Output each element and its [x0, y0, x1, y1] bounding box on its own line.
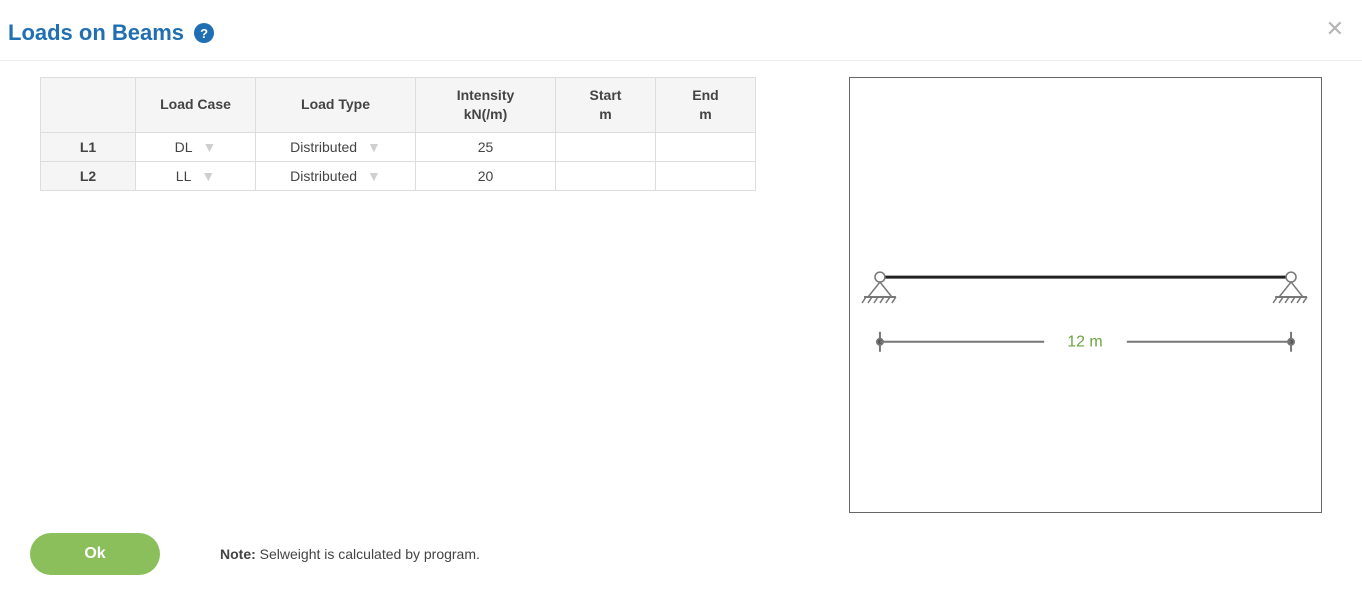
dialog-header: Loads on Beams ?	[0, 20, 1362, 60]
beam-diagram: 12 m	[849, 77, 1322, 513]
col-end: End m	[656, 78, 756, 133]
span-dimension-label: 12 m	[1067, 334, 1102, 351]
start-cell[interactable]	[556, 161, 656, 190]
col-load-type: Load Type	[256, 78, 416, 133]
load-case-value: DL	[175, 139, 193, 155]
col-intensity: Intensity kN(/m)	[416, 78, 556, 133]
col-intensity-bot: kN(/m)	[464, 106, 508, 122]
col-intensity-top: Intensity	[457, 87, 515, 103]
col-start-top: Start	[590, 87, 622, 103]
col-start: Start m	[556, 78, 656, 133]
close-icon[interactable]: ✕	[1326, 18, 1344, 40]
chevron-down-icon: ▼	[201, 168, 215, 184]
col-load-case: Load Case	[136, 78, 256, 133]
footnote-label: Note:	[220, 546, 256, 562]
row-id: L2	[41, 161, 136, 190]
load-type-value: Distributed	[290, 139, 357, 155]
load-type-value: Distributed	[290, 168, 357, 184]
col-id	[41, 78, 136, 133]
load-type-select[interactable]: Distributed ▼	[256, 161, 416, 190]
col-end-bot: m	[699, 106, 711, 122]
loads-table-container: Load Case Load Type Intensity kN(/m) Sta…	[40, 77, 756, 191]
intensity-cell[interactable]: 25	[416, 132, 556, 161]
chevron-down-icon: ▼	[203, 139, 217, 155]
load-type-select[interactable]: Distributed ▼	[256, 132, 416, 161]
col-start-bot: m	[599, 106, 611, 122]
load-case-value: LL	[176, 168, 192, 184]
col-end-top: End	[692, 87, 718, 103]
page-title: Loads on Beams	[8, 20, 184, 46]
help-icon[interactable]: ?	[194, 23, 214, 43]
intensity-cell[interactable]: 20	[416, 161, 556, 190]
chevron-down-icon: ▼	[367, 139, 381, 155]
footnote: Note: Selweight is calculated by program…	[220, 546, 480, 562]
end-cell[interactable]	[656, 132, 756, 161]
table-row: L1 DL ▼ Distributed ▼	[41, 132, 756, 161]
ok-button[interactable]: Ok	[30, 533, 160, 575]
footnote-text: Selweight is calculated by program.	[260, 546, 480, 562]
chevron-down-icon: ▼	[367, 168, 381, 184]
load-case-select[interactable]: LL ▼	[136, 161, 256, 190]
table-row: L2 LL ▼ Distributed ▼	[41, 161, 756, 190]
header-divider	[0, 60, 1362, 61]
loads-table: Load Case Load Type Intensity kN(/m) Sta…	[40, 77, 756, 191]
end-cell[interactable]	[656, 161, 756, 190]
row-id: L1	[41, 132, 136, 161]
load-case-select[interactable]: DL ▼	[136, 132, 256, 161]
start-cell[interactable]	[556, 132, 656, 161]
